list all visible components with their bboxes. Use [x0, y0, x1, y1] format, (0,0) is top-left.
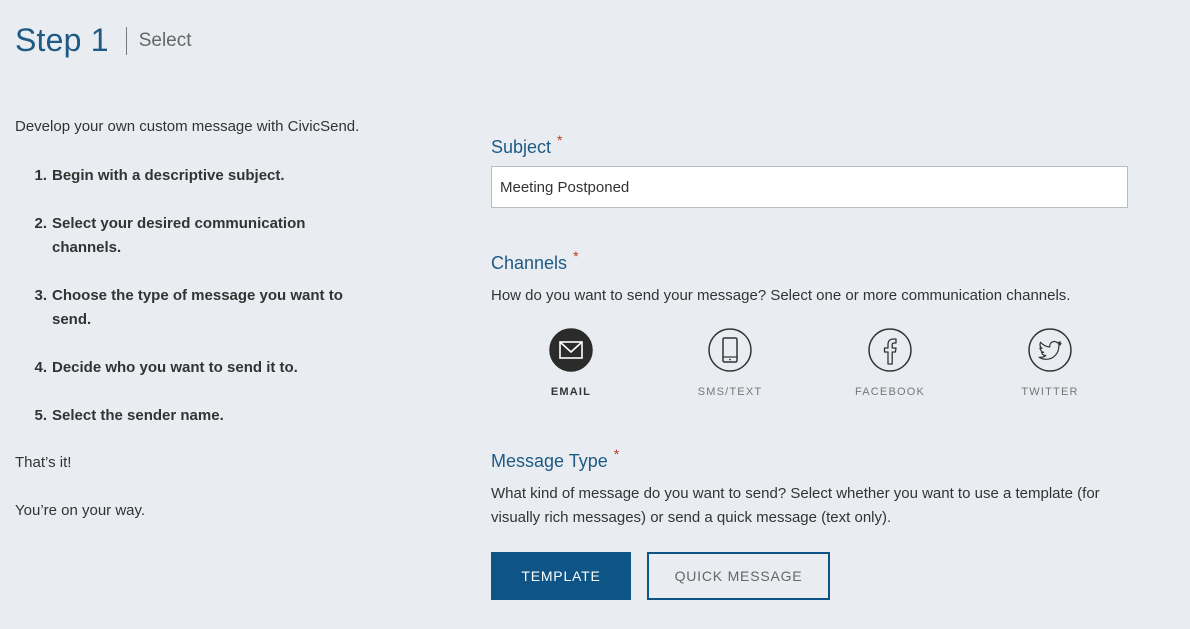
instruction-step: 5. Select the sender name.	[15, 404, 415, 428]
subject-input[interactable]	[491, 166, 1128, 208]
step-number: 1.	[34, 167, 47, 184]
instruction-step: 1. Begin with a descriptive subject.	[15, 164, 415, 188]
instructions-intro: Develop your own custom message with Civ…	[15, 118, 360, 135]
step-text: Select the sender name.	[52, 407, 224, 424]
step-title: Step 1	[15, 22, 109, 58]
channel-label: TWITTER	[1021, 386, 1079, 398]
instructions-panel: Develop your own custom message with Civ…	[15, 116, 415, 522]
page-header: Step 1 Select	[15, 22, 192, 59]
required-asterisk: *	[573, 248, 579, 264]
step-text: Decide who you want to send it to.	[52, 359, 298, 376]
instruction-step: 3. Choose the type of message you want to…	[15, 284, 415, 332]
phone-icon	[708, 328, 752, 372]
channel-twitter[interactable]: TWITTER	[990, 328, 1110, 398]
step-text: Select your desired communication channe…	[52, 215, 306, 256]
required-asterisk: *	[613, 446, 620, 462]
template-button[interactable]: TEMPLATE	[491, 552, 631, 600]
message-type-label: Message Type *	[491, 446, 619, 472]
required-asterisk: *	[557, 132, 563, 148]
step-number: 4.	[34, 359, 47, 376]
channel-label: EMAIL	[550, 386, 592, 398]
message-type-label-text: Message Type	[491, 451, 608, 471]
instructions-closing: You’re on your way.	[15, 502, 146, 519]
message-type-description: What kind of message do you want to send…	[491, 485, 1100, 526]
step-text: Choose the type of message you want to s…	[52, 287, 343, 328]
step-number: 3.	[34, 287, 47, 304]
step-number: 5.	[34, 407, 47, 424]
channel-selector: EMAIL SMS/TEXT FACEBOOK TWITTER	[491, 328, 1131, 408]
channel-label: SMS/TEXT	[697, 386, 763, 398]
channel-facebook[interactable]: FACEBOOK	[830, 328, 950, 398]
channels-label-text: Channels	[491, 253, 568, 273]
header-divider	[125, 26, 127, 55]
instructions-outro: That’s it!	[15, 454, 72, 471]
email-icon	[549, 328, 593, 372]
subject-label: Subject *	[491, 132, 563, 158]
twitter-icon	[1028, 328, 1072, 372]
channels-label: Channels *	[491, 248, 579, 274]
step-subtitle: Select	[138, 29, 192, 51]
subject-label-text: Subject	[491, 137, 552, 157]
instruction-step: 2. Select your desired communication chan…	[15, 212, 415, 260]
step-text: Begin with a descriptive subject.	[52, 167, 285, 184]
channel-email[interactable]: EMAIL	[511, 328, 631, 398]
quick-message-button[interactable]: QUICK MESSAGE	[647, 552, 830, 600]
instruction-step: 4. Decide who you want to send it to.	[15, 356, 415, 380]
channel-sms[interactable]: SMS/TEXT	[670, 328, 790, 398]
facebook-icon	[868, 328, 912, 372]
channel-label: FACEBOOK	[854, 386, 926, 398]
instructions-steps: 1. Begin with a descriptive subject. 2. Se…	[15, 164, 415, 428]
channels-description: How do you want to send your message? Se…	[491, 287, 1071, 304]
step-number: 2.	[34, 215, 47, 232]
